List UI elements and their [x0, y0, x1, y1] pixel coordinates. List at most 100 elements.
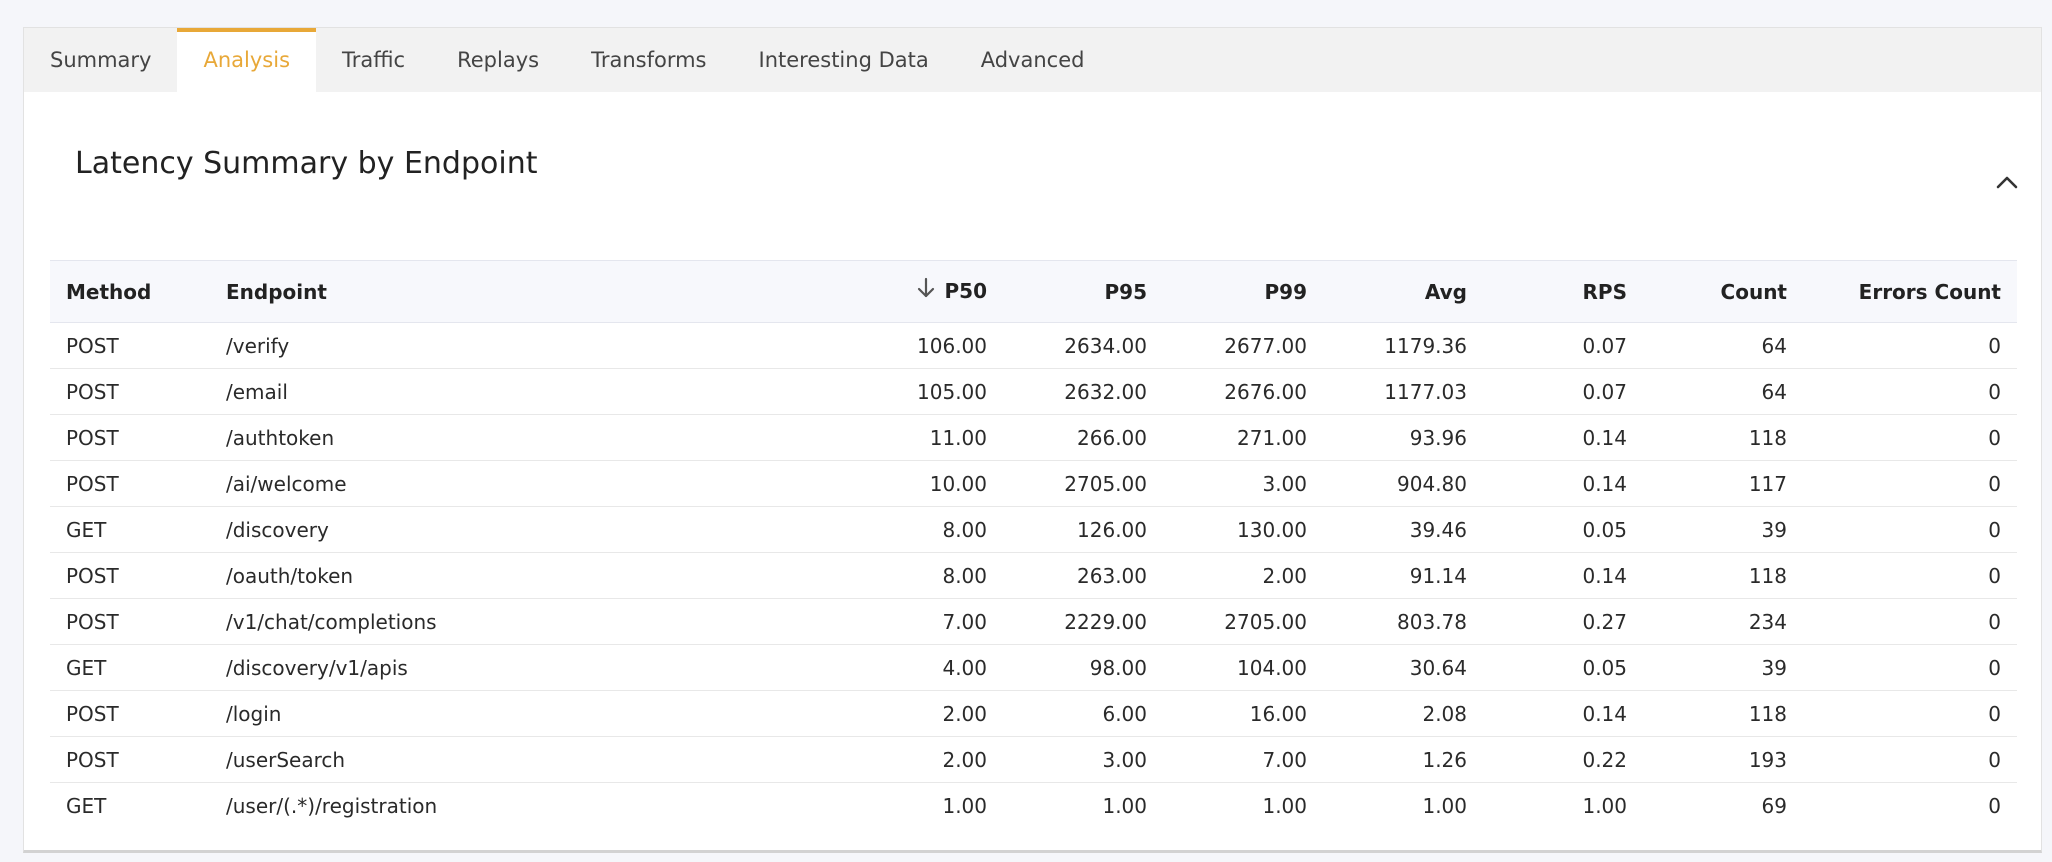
cell-rps: 1.00: [1582, 793, 1627, 818]
cell-method: POST: [50, 598, 210, 645]
cell-p50: 106.00: [660, 322, 1003, 369]
cell-errors-count: 0: [1803, 552, 2017, 599]
cell-count: 39: [1643, 644, 1803, 691]
cell-endpoint: /userSearch: [210, 736, 660, 783]
cell-p95: 3.00: [1003, 736, 1163, 783]
cell-errors-count: 0: [1803, 598, 2017, 645]
cell-avg: 30.64: [1323, 644, 1483, 691]
cell-errors-count: 0: [1803, 368, 2017, 415]
cell-avg: 904.80: [1323, 460, 1483, 507]
cell-p95: 98.00: [1003, 644, 1163, 691]
cell-avg: 93.96: [1323, 414, 1483, 461]
cell-p99: 2.00: [1163, 552, 1323, 599]
cell-avg: 1179.36: [1323, 322, 1483, 369]
cell-p50: 2.00: [660, 736, 1003, 783]
table-row[interactable]: POST/login 2.00 6.00 16.00 2.08 0.14 118 0: [50, 690, 2017, 737]
column-header-rps[interactable]: RPS: [1483, 261, 1643, 323]
cell-method: GET: [66, 793, 107, 818]
panel-title: Latency Summary by Endpoint: [75, 146, 538, 181]
tab-replays[interactable]: Replays: [431, 28, 565, 92]
cell-errors-count: 0: [1803, 644, 2017, 691]
cell-rps: 0.14: [1483, 690, 1643, 737]
table-row[interactable]: POST/ai/welcome 10.00 2705.00 3.00 904.80 0.1…: [50, 460, 2017, 507]
cell-count: 118: [1643, 552, 1803, 599]
cell-endpoint: /login: [210, 690, 660, 737]
table-row[interactable]: GET/discovery/v1/apis 4.00 98.00 104.00 30.6…: [50, 644, 2017, 691]
cell-endpoint: /v1/chat/completions: [210, 598, 660, 645]
column-header-p95[interactable]: P95: [1003, 261, 1163, 323]
cell-rps: 0.05: [1483, 506, 1643, 553]
cell-avg: 39.46: [1323, 506, 1483, 553]
cell-p99: 2676.00: [1163, 368, 1323, 415]
tab-interesting-data[interactable]: Interesting Data: [733, 28, 955, 92]
cell-errors-count: 0: [1803, 736, 2017, 783]
table-row[interactable]: POST/v1/chat/completions 7.00 2229.00 2705.…: [50, 598, 2017, 645]
column-header-p50[interactable]: P50: [660, 261, 1003, 323]
table-row[interactable]: GET/user/(.*)/registration 1.00 1.00 1.00 1.…: [50, 783, 2017, 829]
cell-avg: 2.08: [1323, 690, 1483, 737]
cell-p95: 6.00: [1003, 690, 1163, 737]
cell-p99: 2677.00: [1163, 322, 1323, 369]
table-body: POST/verify 106.00 2634.00 2677.00 1179.36 0.…: [50, 322, 2017, 829]
cell-p99: 2705.00: [1163, 598, 1323, 645]
column-header-count[interactable]: Count: [1643, 261, 1803, 323]
cell-method: POST: [50, 368, 210, 415]
cell-method: POST: [50, 552, 210, 599]
cell-p50: 10.00: [660, 460, 1003, 507]
cell-p99: 130.00: [1163, 506, 1323, 553]
column-header-p50-label: P50: [944, 278, 988, 303]
cell-rps: 0.05: [1483, 644, 1643, 691]
cell-p95: 1.00: [1102, 793, 1147, 818]
tab-summary[interactable]: Summary: [24, 28, 177, 92]
cell-p99: 3.00: [1163, 460, 1323, 507]
cell-count: 193: [1643, 736, 1803, 783]
column-header-errors-count[interactable]: Errors Count: [1803, 261, 2017, 323]
collapse-button[interactable]: [1993, 168, 2021, 196]
table-row[interactable]: GET/discovery 8.00 126.00 130.00 39.46 0.05 39…: [50, 506, 2017, 553]
latency-table: Method Endpoint P50 P95 P99 Avg RPS Coun…: [50, 260, 2017, 829]
cell-count: 117: [1643, 460, 1803, 507]
table-row[interactable]: POST/verify 106.00 2634.00 2677.00 1179.36 0.…: [50, 322, 2017, 369]
cell-errors-count: 0: [1803, 690, 2017, 737]
arrow-down-icon[interactable]: [917, 277, 935, 304]
table-row[interactable]: POST/authtoken 11.00 266.00 271.00 93.96 0.14…: [50, 414, 2017, 461]
cell-endpoint: /oauth/token: [210, 552, 660, 599]
cell-p95: 2705.00: [1003, 460, 1163, 507]
cell-p99: 104.00: [1163, 644, 1323, 691]
cell-count: 64: [1643, 322, 1803, 369]
column-header-avg[interactable]: Avg: [1323, 261, 1483, 323]
cell-rps: 0.22: [1483, 736, 1643, 783]
cell-errors-count: 0: [1803, 460, 2017, 507]
cell-count: 118: [1643, 414, 1803, 461]
cell-avg: 803.78: [1323, 598, 1483, 645]
column-header-method[interactable]: Method: [50, 261, 210, 323]
tab-analysis[interactable]: Analysis: [177, 28, 317, 92]
cell-p95: 2634.00: [1003, 322, 1163, 369]
cell-p95: 266.00: [1003, 414, 1163, 461]
cell-p50: 7.00: [660, 598, 1003, 645]
cell-method: POST: [50, 736, 210, 783]
tab-traffic[interactable]: Traffic: [316, 28, 431, 92]
cell-rps: 0.14: [1483, 460, 1643, 507]
cell-errors-count: 0: [1803, 506, 2017, 553]
tab-advanced[interactable]: Advanced: [955, 28, 1111, 92]
cell-endpoint: /discovery: [210, 506, 660, 553]
table-row[interactable]: POST/oauth/token 8.00 263.00 2.00 91.14 0.14 1…: [50, 552, 2017, 599]
cell-p50: 8.00: [660, 552, 1003, 599]
cell-p50: 8.00: [660, 506, 1003, 553]
cell-rps: 0.07: [1483, 368, 1643, 415]
cell-p50: 1.00: [942, 793, 987, 818]
cell-endpoint: /authtoken: [210, 414, 660, 461]
column-header-p99[interactable]: P99: [1163, 261, 1323, 323]
cell-rps: 0.14: [1483, 414, 1643, 461]
cell-avg: 1177.03: [1323, 368, 1483, 415]
cell-p99: 271.00: [1163, 414, 1323, 461]
cell-count: 39: [1643, 506, 1803, 553]
cell-p50: 4.00: [660, 644, 1003, 691]
table-row[interactable]: POST/email 105.00 2632.00 2676.00 1177.03 0.0…: [50, 368, 2017, 415]
table-row[interactable]: POST/userSearch 2.00 3.00 7.00 1.26 0.22 193 0: [50, 736, 2017, 783]
cell-p95: 263.00: [1003, 552, 1163, 599]
tab-transforms[interactable]: Transforms: [565, 28, 732, 92]
cell-errors-count: 0: [1803, 414, 2017, 461]
column-header-endpoint[interactable]: Endpoint: [210, 261, 660, 323]
